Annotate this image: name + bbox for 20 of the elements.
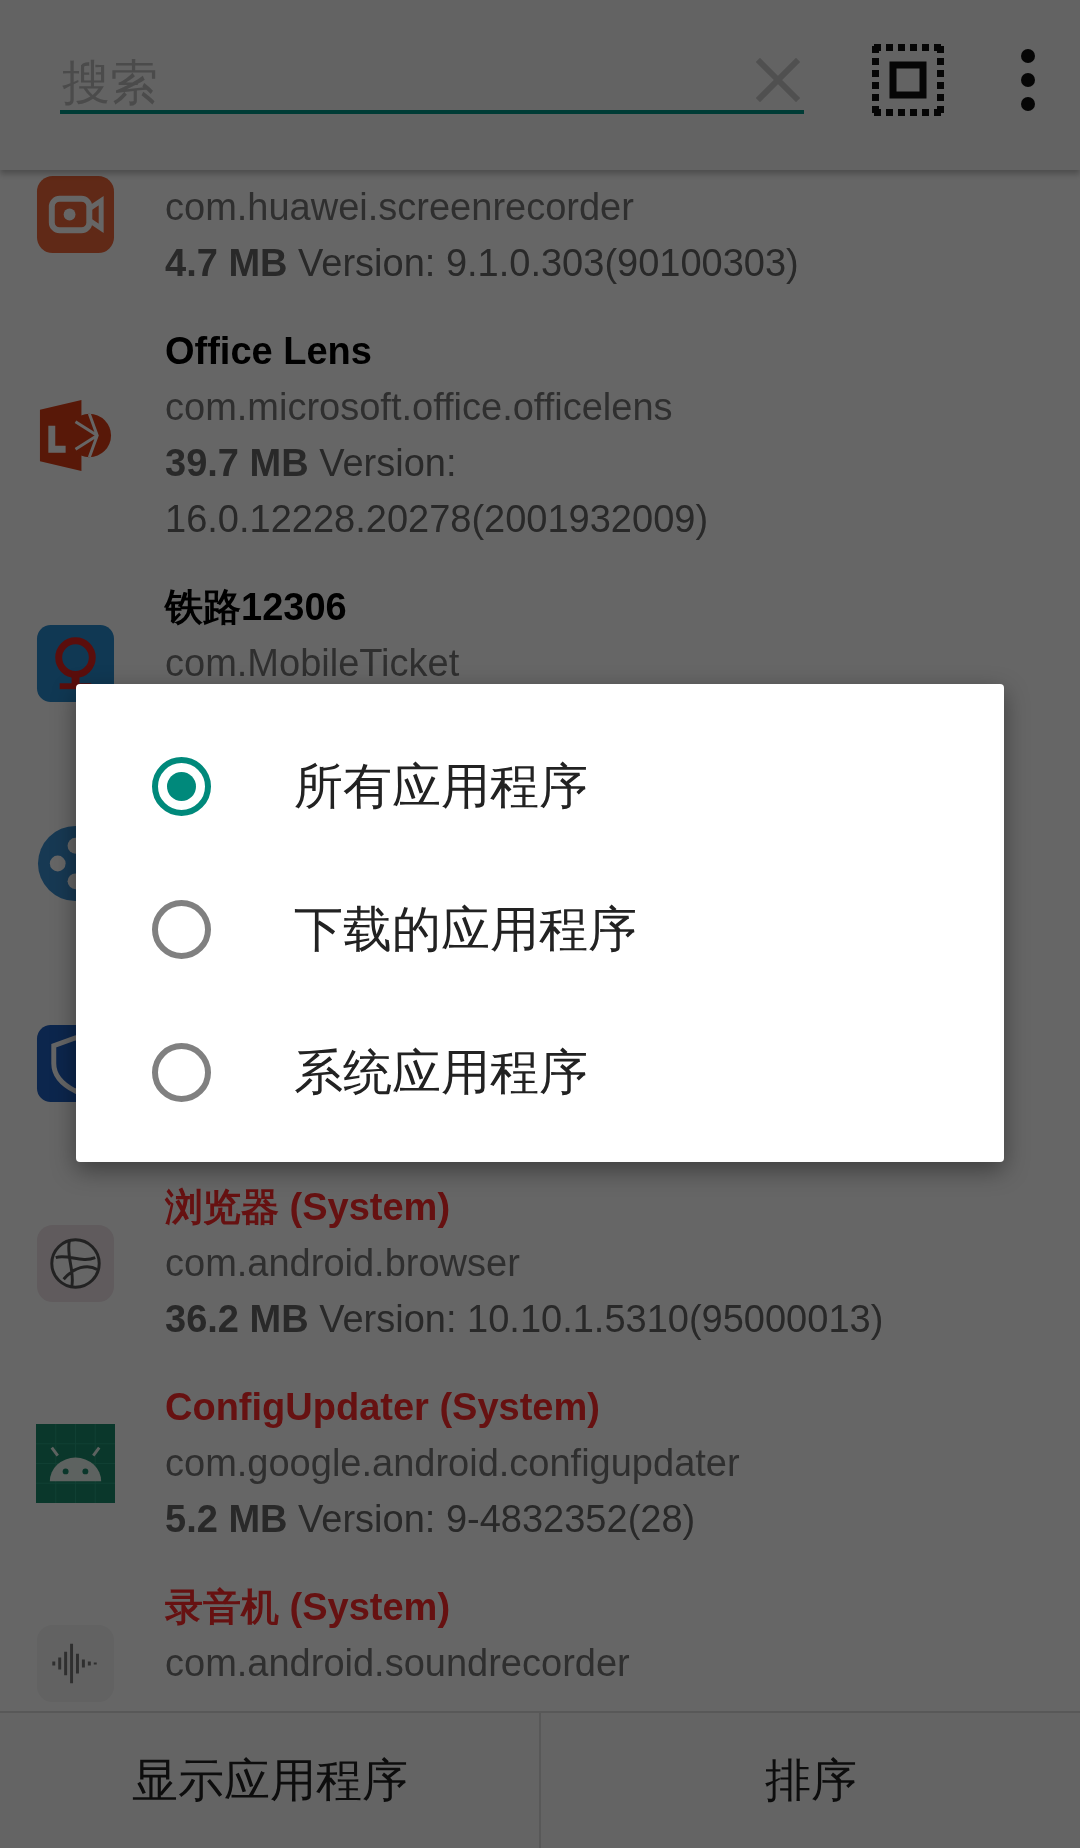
option-label[interactable]: 系统应用程序	[294, 1035, 588, 1110]
app-name: 浏览器 (System)	[165, 1185, 452, 1230]
radio-button[interactable]	[152, 1043, 211, 1102]
app-name: 铁路12306	[165, 585, 348, 630]
size-version-text: 36.2 MB Version: 10.10.1.5310(95000013)	[165, 1297, 885, 1342]
app-name: 录音机 (System)	[165, 1585, 452, 1630]
select-all-button[interactable]	[872, 44, 944, 116]
app-name: ConfigUpdater (System)	[165, 1385, 601, 1430]
menu-button[interactable]	[1020, 48, 1036, 112]
size-version-text: 4.7 MB Version: 9.1.0.303(90100303)	[165, 241, 800, 286]
globe-icon	[36, 1223, 115, 1303]
android-icon	[36, 1423, 115, 1503]
app-name: Office Lens	[165, 329, 373, 374]
size-version-text: 5.2 MB Version: 9-4832352(28)	[165, 1497, 697, 1542]
radio-button[interactable]	[152, 757, 211, 816]
size-version-text: 39.7 MB Version: 16.0.12228.20278(2001932009)	[165, 441, 710, 542]
option-label[interactable]: 所有应用程序	[294, 749, 588, 824]
camera-icon	[36, 175, 115, 254]
radio-button[interactable]	[152, 900, 211, 959]
option-label[interactable]: 下载的应用程序	[294, 892, 637, 967]
